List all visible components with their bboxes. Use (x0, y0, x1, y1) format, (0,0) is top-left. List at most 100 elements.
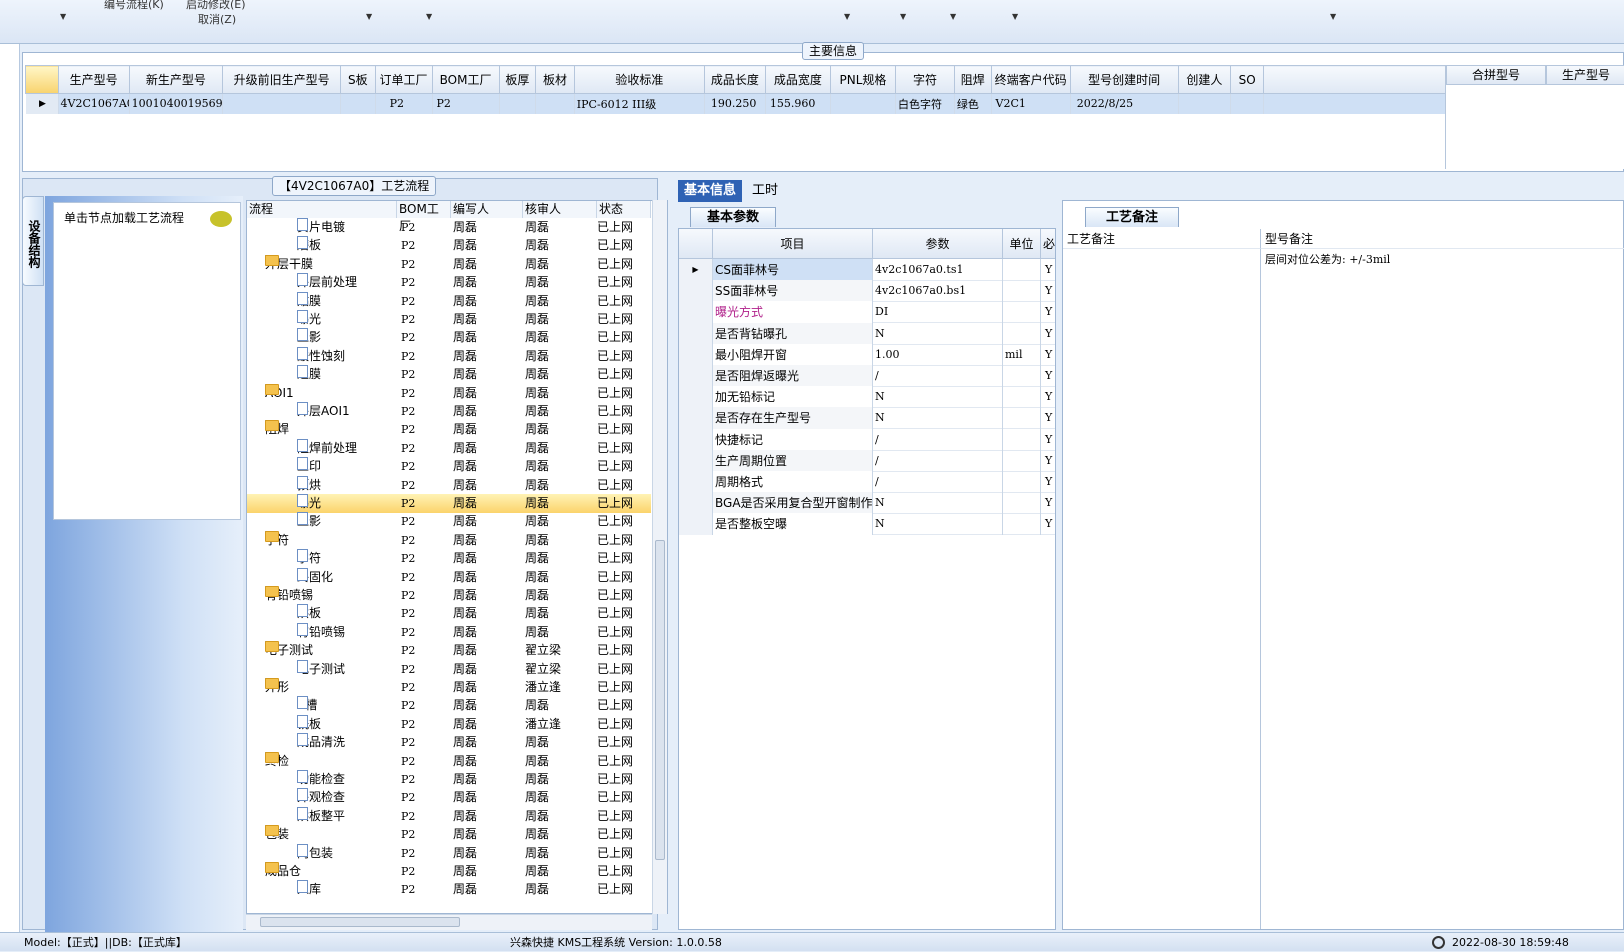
param-col-item[interactable]: 项目 (713, 229, 873, 259)
tree-col-writer[interactable]: 编写人 (451, 201, 523, 218)
tab-equipment-structure[interactable]: 设备结构 (22, 196, 44, 286)
param-col-flag[interactable]: 必 (1041, 229, 1055, 259)
tree-row[interactable]: −终检 P2 周磊 周磊 已上网 (247, 751, 651, 771)
param-value[interactable]: / (873, 365, 1003, 387)
param-unit[interactable] (1003, 513, 1041, 536)
tree-node[interactable]: 显影 (297, 512, 321, 531)
tree-row[interactable]: 烘板 P2 周磊 周磊 已上网 (247, 604, 651, 623)
cell-create-time[interactable]: 2022/8/25 (1070, 93, 1179, 114)
tree-node[interactable]: 磨板 (297, 236, 321, 255)
tree-row[interactable]: 负片电镀 P2 周磊 周磊 已上网 (247, 218, 651, 237)
param-row[interactable]: 加无铅标记 N Y (679, 386, 1055, 409)
cell-new-model[interactable]: 10010400195690 (129, 93, 224, 114)
col-header[interactable]: PNL规格 (829, 65, 896, 94)
model-note-text[interactable]: 层间对位公差为: +/-3mil (1265, 251, 1390, 267)
tree-row[interactable]: −包装 P2 周磊 周磊 已上网 (247, 825, 651, 844)
col-header[interactable]: 创建人 (1177, 65, 1232, 94)
param-unit[interactable] (1003, 428, 1041, 451)
param-unit[interactable] (1003, 322, 1041, 345)
param-row[interactable]: 是否背钻曝孔 N Y (679, 322, 1055, 345)
tree-row[interactable]: 阻焊前处理 P2 周磊 周磊 已上网 (247, 438, 651, 458)
cell-pnl[interactable] (830, 93, 896, 114)
param-row[interactable]: 是否存在生产型号 N Y (679, 407, 1055, 430)
tree-row[interactable]: −电子测试 P2 周磊 翟立梁 已上网 (247, 641, 651, 660)
param-value[interactable]: 1.00 (873, 343, 1003, 366)
param-unit[interactable] (1003, 449, 1041, 472)
col-model-note[interactable]: 型号备注 (1261, 229, 1624, 249)
tree-col-status[interactable]: 状态 (597, 201, 651, 218)
param-row[interactable]: BGA是否采用复合型开窗制作 N Y (679, 492, 1055, 515)
tree-row[interactable]: 电子测试 P2 周磊 翟立梁 已上网 (247, 659, 651, 679)
row-indicator[interactable] (679, 386, 713, 409)
row-indicator[interactable]: ▶ (679, 259, 713, 281)
tree-row[interactable]: 外观检查 P2 周磊 周磊 已上网 (247, 788, 651, 807)
tree-row[interactable]: −外形 P2 周磊 潘立逢 已上网 (247, 678, 651, 697)
subtab-basic-params[interactable]: 基本参数 (690, 207, 777, 227)
tree-row[interactable]: 贴膜 P2 周磊 周磊 已上网 (247, 291, 651, 311)
dropdown-arrow-icon[interactable]: ▼ (1012, 12, 1018, 21)
param-value[interactable]: 4v2c1067a0.bs1 (873, 280, 1003, 303)
tab-process-notes[interactable]: 工艺备注 (1085, 207, 1180, 227)
tree-row[interactable]: 丝印 P2 周磊 周磊 已上网 (247, 457, 651, 476)
menu-cancel[interactable]: 取消(Z) (198, 11, 236, 27)
param-flag[interactable]: Y (1041, 450, 1055, 472)
row-indicator[interactable] (679, 407, 713, 430)
param-row[interactable]: 生产周期位置 / Y (679, 449, 1055, 472)
tree-row[interactable]: 烘板整平 P2 周磊 周磊 已上网 (247, 806, 651, 826)
col-header[interactable]: 生产型号 (57, 65, 130, 94)
param-unit[interactable] (1003, 259, 1041, 281)
process-note-area[interactable] (1063, 249, 1261, 929)
tree-node[interactable]: 字符 (297, 549, 321, 568)
cell-bom-factory[interactable]: P2 (432, 93, 500, 114)
col-header[interactable]: 阻焊 (953, 65, 992, 94)
col-header[interactable]: 成品宽度 (764, 65, 831, 94)
col-header[interactable]: 板材 (535, 65, 575, 94)
tree-node[interactable]: 烘板整平 (297, 806, 345, 826)
tree-row[interactable]: 有铅喷锡 P2 周磊 周磊 已上网 (247, 622, 651, 642)
cell-solder[interactable]: 绿色 (954, 93, 992, 114)
param-row[interactable]: SS面菲林号 4v2c1067a0.bs1 Y (679, 280, 1055, 303)
tree-node[interactable]: −AOI1 (265, 383, 294, 403)
col-process-note[interactable]: 工艺备注 (1063, 229, 1261, 249)
tree-node[interactable]: 烘板 (297, 604, 321, 623)
tree-node[interactable]: 有铅喷锡 (297, 622, 345, 642)
tree-row[interactable]: −阻焊 P2 周磊 周磊 已上网 (247, 420, 651, 439)
param-row[interactable]: 曝光方式 DI Y (679, 301, 1055, 324)
param-unit[interactable] (1003, 301, 1041, 324)
tree-row[interactable]: −有铅喷锡 P2 周磊 周磊 已上网 (247, 586, 651, 605)
menu-numbering-flow[interactable]: 编号流程(K) (104, 0, 164, 12)
tree-row[interactable]: 显影 P2 周磊 周磊 已上网 (247, 328, 651, 347)
col-header[interactable]: 型号创建时间 (1069, 65, 1179, 94)
tree-row[interactable]: 退膜 P2 周磊 周磊 已上网 (247, 365, 651, 384)
param-value[interactable]: DI (873, 301, 1003, 324)
param-value[interactable]: N (873, 513, 1003, 536)
tree-row[interactable]: 入库 P2 周磊 周磊 已上网 (247, 880, 651, 899)
col-header[interactable]: BOM工厂 (431, 65, 500, 94)
tree-node[interactable]: V槽 (297, 696, 317, 715)
param-col-value[interactable]: 参数 (873, 229, 1003, 259)
cell-so[interactable] (1230, 93, 1264, 114)
param-flag[interactable]: Y (1041, 513, 1055, 535)
param-flag[interactable]: Y (1041, 365, 1055, 387)
tree-row[interactable]: −成品仓 P2 周磊 周磊 已上网 (247, 862, 651, 881)
cell-s-board[interactable] (340, 93, 376, 114)
param-value[interactable]: / (873, 471, 1003, 493)
param-flag[interactable]: Y (1041, 344, 1055, 366)
tree-row[interactable]: 曝光 P2 周磊 周磊 已上网 (247, 310, 651, 329)
dropdown-arrow-icon[interactable]: ▼ (1330, 12, 1336, 21)
corner-cell[interactable] (679, 229, 713, 259)
param-unit[interactable] (1003, 407, 1041, 430)
tree-row[interactable]: 磨板 P2 周磊 周磊 已上网 (247, 236, 651, 255)
col-header[interactable]: 成品长度 (703, 65, 766, 94)
tree-node[interactable]: 预烘 (297, 475, 321, 495)
param-flag[interactable]: Y (1041, 259, 1055, 281)
tree-row[interactable]: 曝光 P2 周磊 周磊 已上网 (247, 494, 651, 513)
tree-node[interactable]: −电子测试 (265, 641, 313, 660)
dropdown-arrow-icon[interactable]: ▼ (844, 12, 850, 21)
cell-customer-code[interactable]: V2C1 (991, 93, 1071, 114)
param-flag[interactable]: Y (1041, 429, 1055, 451)
tree-row[interactable]: −外层干膜 P2 周磊 周磊 已上网 (247, 254, 651, 274)
tree-node[interactable]: 成品清洗 (297, 733, 345, 752)
tree-row[interactable]: 外层前处理 P2 周磊 周磊 已上网 (247, 273, 651, 292)
param-value[interactable]: / (873, 449, 1003, 472)
